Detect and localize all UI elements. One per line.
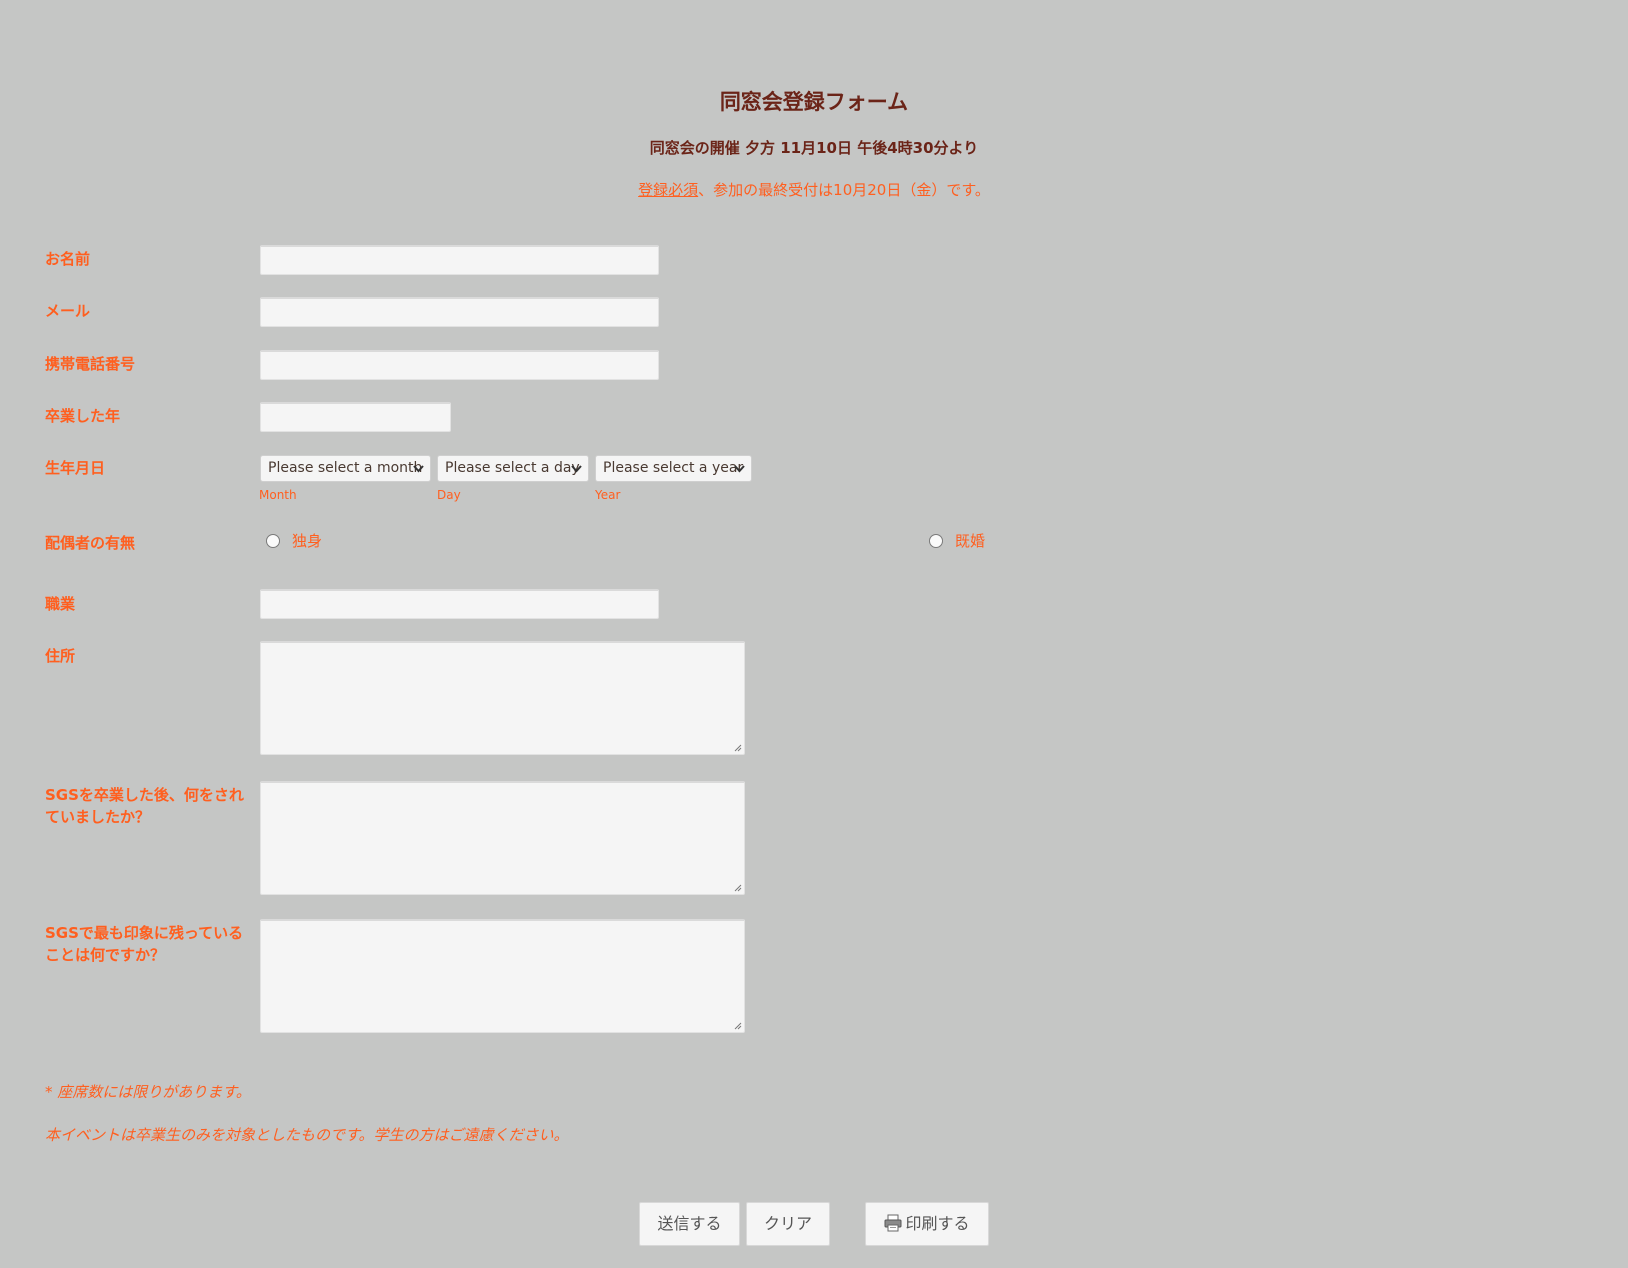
form-notice: 登録必須、参加の最終受付は10月20日（金）です。: [0, 179, 1628, 200]
married-radio[interactable]: [929, 534, 943, 548]
single-radio[interactable]: [266, 534, 280, 548]
print-button[interactable]: 印刷する: [865, 1202, 989, 1246]
single-radio-label[interactable]: 独身: [292, 530, 322, 551]
form-subtitle: 同窓会の開催 夕方 11月10日 午後4時30分より: [649, 139, 979, 157]
address-textarea[interactable]: [260, 641, 745, 755]
phone-label: 携帯電話番号: [45, 355, 136, 373]
resize-grip-icon[interactable]: [733, 743, 742, 752]
memory-textarea[interactable]: [260, 919, 745, 1033]
graduates-only-note: 本イベントは卒業生のみを対象としたものです。学生の方はご遠慮ください。: [45, 1126, 569, 1144]
name-input[interactable]: [260, 245, 659, 275]
form-title: 同窓会登録フォーム: [719, 90, 909, 114]
name-label: お名前: [45, 250, 91, 268]
year-sublabel: Year: [595, 488, 621, 502]
year-select-value: Please select a year: [603, 460, 744, 476]
phone-input[interactable]: [260, 350, 659, 380]
day-sublabel: Day: [437, 488, 461, 502]
email-input[interactable]: [260, 297, 659, 327]
month-select[interactable]: Please select a month: [260, 455, 431, 482]
day-select[interactable]: Please select a day: [437, 455, 589, 482]
print-button-label: 印刷する: [905, 1214, 970, 1233]
seats-note: * 座席数には限りがあります。: [45, 1083, 251, 1101]
address-label: 住所: [45, 647, 76, 665]
month-sublabel: Month: [259, 488, 297, 502]
year-select[interactable]: Please select a year: [595, 455, 752, 482]
birthday-label: 生年月日: [45, 459, 106, 477]
memory-label: SGSで最も印象に残っていることは何ですか？: [45, 924, 244, 964]
chevron-down-icon: [571, 465, 582, 473]
grad-year-input[interactable]: [260, 402, 451, 432]
day-select-value: Please select a day: [445, 460, 580, 476]
occupation-input[interactable]: [260, 589, 659, 619]
deadline-notice: 、参加の最終受付は10月20日（金）です。: [698, 181, 990, 199]
printer-icon: [884, 1214, 902, 1231]
grad-year-label: 卒業した年: [45, 407, 121, 425]
month-select-value: Please select a month: [268, 460, 423, 476]
resize-grip-icon[interactable]: [733, 1021, 742, 1030]
resize-grip-icon[interactable]: [733, 883, 742, 892]
submit-button[interactable]: 送信する: [639, 1202, 740, 1246]
chevron-down-icon: [734, 465, 745, 473]
married-radio-label[interactable]: 既婚: [955, 530, 985, 551]
after-sgs-textarea[interactable]: [260, 781, 745, 895]
marital-label: 配偶者の有無: [45, 534, 136, 552]
occupation-label: 職業: [45, 595, 76, 613]
after-sgs-label: SGSを卒業した後、何をされていましたか？: [45, 786, 244, 826]
email-label: メール: [45, 302, 91, 320]
clear-button[interactable]: クリア: [746, 1202, 830, 1246]
chevron-down-icon: [413, 465, 424, 473]
required-notice: 登録必須: [638, 181, 699, 199]
